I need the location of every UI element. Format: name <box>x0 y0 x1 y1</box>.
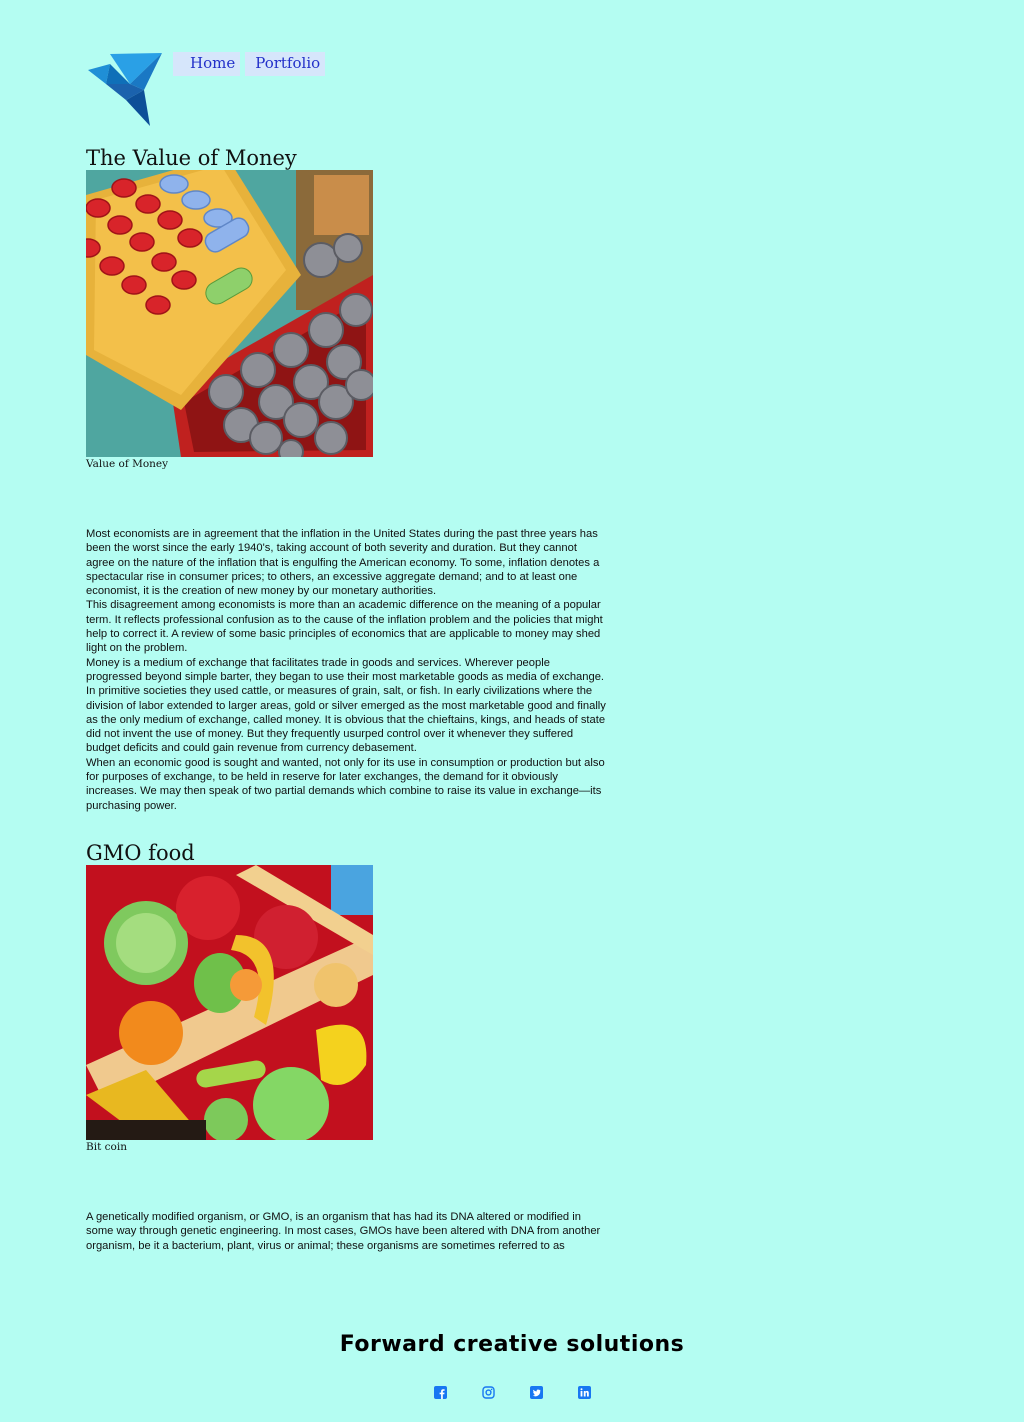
facebook-icon[interactable] <box>434 1384 447 1399</box>
paragraph: This disagreement among economists is mo… <box>86 599 603 655</box>
nav-home[interactable]: Home <box>173 52 241 76</box>
toy-fruits-image <box>86 865 373 1140</box>
footer-title: Forward creative solutions <box>339 1332 685 1357</box>
instagram-icon[interactable] <box>482 1384 495 1399</box>
calculator-coins-image <box>86 170 373 457</box>
social-links <box>434 1384 591 1399</box>
article-gmo-food: GMO food Bit coin A genetically modified… <box>86 841 606 1254</box>
main-nav: Home Portfolio <box>173 52 326 76</box>
article-title: GMO food <box>86 841 195 865</box>
article-value-of-money: The Value of Money Value of Money Most e… <box>86 146 606 813</box>
paragraph: A genetically modified organism, or GMO,… <box>86 1211 601 1254</box>
article-body: A genetically modified organism, or GMO,… <box>86 1210 606 1254</box>
origami-bird-logo[interactable] <box>86 50 164 128</box>
linkedin-icon[interactable] <box>578 1384 591 1399</box>
paragraph: Money is a medium of exchange that facil… <box>86 656 606 755</box>
article-body: Most economists are in agreement that th… <box>86 527 606 813</box>
twitter-icon[interactable] <box>530 1384 543 1399</box>
paragraph: When an economic good is sought and want… <box>86 756 605 812</box>
nav-portfolio[interactable]: Portfolio <box>245 52 326 76</box>
paragraph: Most economists are in agreement that th… <box>86 528 600 598</box>
image-caption: Bit coin <box>86 1141 127 1153</box>
article-title: The Value of Money <box>86 146 297 170</box>
image-caption: Value of Money <box>86 458 169 470</box>
